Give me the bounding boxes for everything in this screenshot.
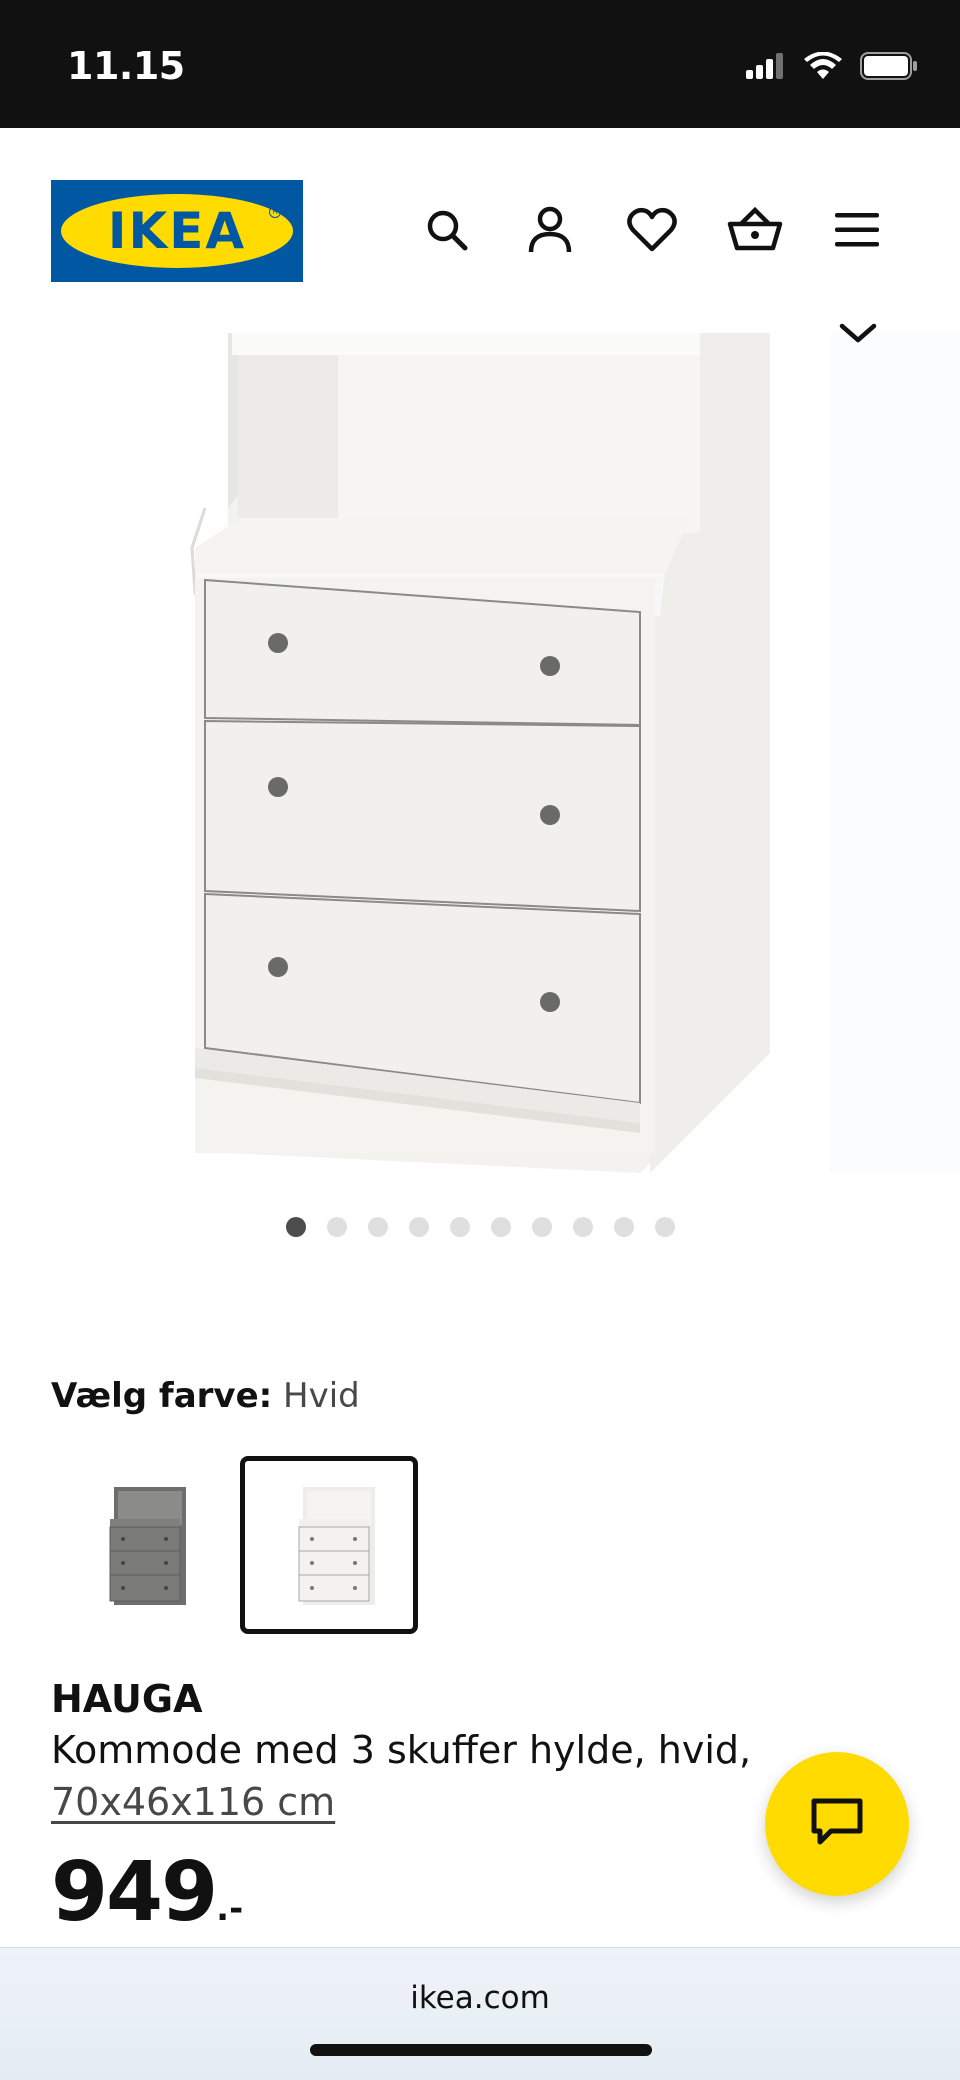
color-label-text: Vælg farve: xyxy=(51,1376,273,1416)
color-swatch-grey[interactable] xyxy=(51,1456,229,1634)
product-image[interactable] xyxy=(0,333,960,1173)
chevron-down-icon[interactable] xyxy=(838,322,878,352)
chat-bubble-icon xyxy=(809,1796,865,1852)
carousel-dot[interactable] xyxy=(491,1217,511,1237)
search-icon[interactable] xyxy=(419,202,475,258)
product-price: 949.- xyxy=(51,1845,243,1940)
wifi-icon xyxy=(804,51,842,84)
status-bar: 11.15 xyxy=(0,0,960,128)
product-name: HAUGA xyxy=(51,1677,203,1721)
color-swatch-white[interactable] xyxy=(240,1456,418,1634)
carousel-dot[interactable] xyxy=(573,1217,593,1237)
carousel-dot[interactable] xyxy=(532,1217,552,1237)
home-indicator[interactable] xyxy=(310,2044,652,2056)
heart-icon[interactable] xyxy=(624,202,680,258)
browser-address-bar[interactable]: ikea.com xyxy=(0,1947,960,2080)
status-time: 11.15 xyxy=(67,44,185,88)
basket-icon[interactable] xyxy=(727,202,783,258)
carousel-dots xyxy=(0,1217,960,1237)
carousel-dot[interactable] xyxy=(368,1217,388,1237)
carousel-dot[interactable] xyxy=(409,1217,429,1237)
color-selector-label: Vælg farve: Hvid xyxy=(51,1376,360,1416)
battery-icon xyxy=(860,52,918,84)
status-icons xyxy=(746,51,918,84)
logo-text: IKEA xyxy=(107,202,247,260)
carousel-dot[interactable] xyxy=(655,1217,675,1237)
ikea-logo[interactable]: IKEA R xyxy=(51,180,303,282)
color-selected-value: Hvid xyxy=(283,1376,360,1416)
account-icon[interactable] xyxy=(522,202,578,258)
carousel-dot[interactable] xyxy=(327,1217,347,1237)
chat-button[interactable] xyxy=(765,1752,909,1896)
cellular-signal-icon xyxy=(746,53,786,83)
price-value: 949 xyxy=(51,1845,218,1940)
carousel-dot[interactable] xyxy=(614,1217,634,1237)
menu-icon[interactable] xyxy=(829,202,885,258)
registered-mark: R xyxy=(269,206,281,218)
price-suffix: .- xyxy=(216,1889,244,1929)
carousel-dot[interactable] xyxy=(450,1217,470,1237)
carousel-dot[interactable] xyxy=(286,1217,306,1237)
product-description: Kommode med 3 skuffer hylde, hvid, xyxy=(51,1728,752,1772)
browser-url[interactable]: ikea.com xyxy=(0,1980,960,2016)
product-size-link[interactable]: 70x46x116 cm xyxy=(51,1780,335,1824)
